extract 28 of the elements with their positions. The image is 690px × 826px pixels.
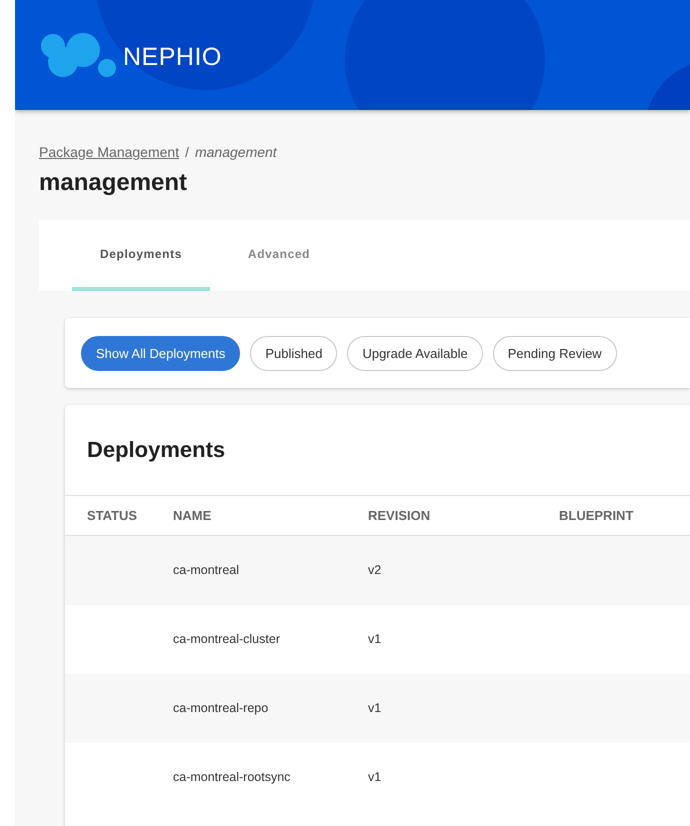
table-title: Deployments (86, 436, 226, 464)
name-cell-text: ca-montreal (173, 564, 240, 578)
table-row[interactable]: ca-montreal v2 (65, 536, 690, 605)
name-cell-text: ca-montreal-rootsync (173, 770, 292, 784)
revision-cell-text: v1 (368, 702, 382, 716)
column-header: NAME (173, 508, 212, 523)
filter-chip[interactable]: Pending Review (492, 336, 617, 370)
revision-cell-text: v1 (368, 632, 382, 646)
filter-chip[interactable]: Show All Deployments (81, 336, 240, 370)
table-row[interactable]: ca-montreal-repo v1 (65, 674, 690, 743)
tab[interactable]: Advanced (210, 220, 348, 291)
filter-chip[interactable]: Published (250, 336, 338, 370)
table-row[interactable]: ca-montreal-rootsync v1 (65, 743, 690, 812)
name-cell-text: ca-montreal-cluster (173, 632, 281, 646)
filter-chip[interactable]: Upgrade Available (347, 336, 483, 370)
logo-text: NEPHIO (123, 42, 222, 72)
name-cell-text: ca-montreal-repo (173, 702, 270, 716)
column-header: BLUEPRINT (559, 508, 634, 523)
breadcrumb-link[interactable]: Package Management (39, 144, 180, 160)
revision-cell-text: v1 (368, 770, 382, 784)
table-row[interactable]: ca-montreal-cluster v1 (65, 605, 690, 674)
column-header: REVISION (368, 508, 432, 523)
breadcrumb-current: management (194, 144, 277, 160)
tab[interactable]: Deployments (72, 220, 210, 291)
column-header: STATUS (86, 508, 138, 523)
breadcrumb-separator: / (185, 144, 189, 160)
revision-cell-text: v2 (368, 564, 382, 578)
page-title: management (39, 169, 188, 197)
